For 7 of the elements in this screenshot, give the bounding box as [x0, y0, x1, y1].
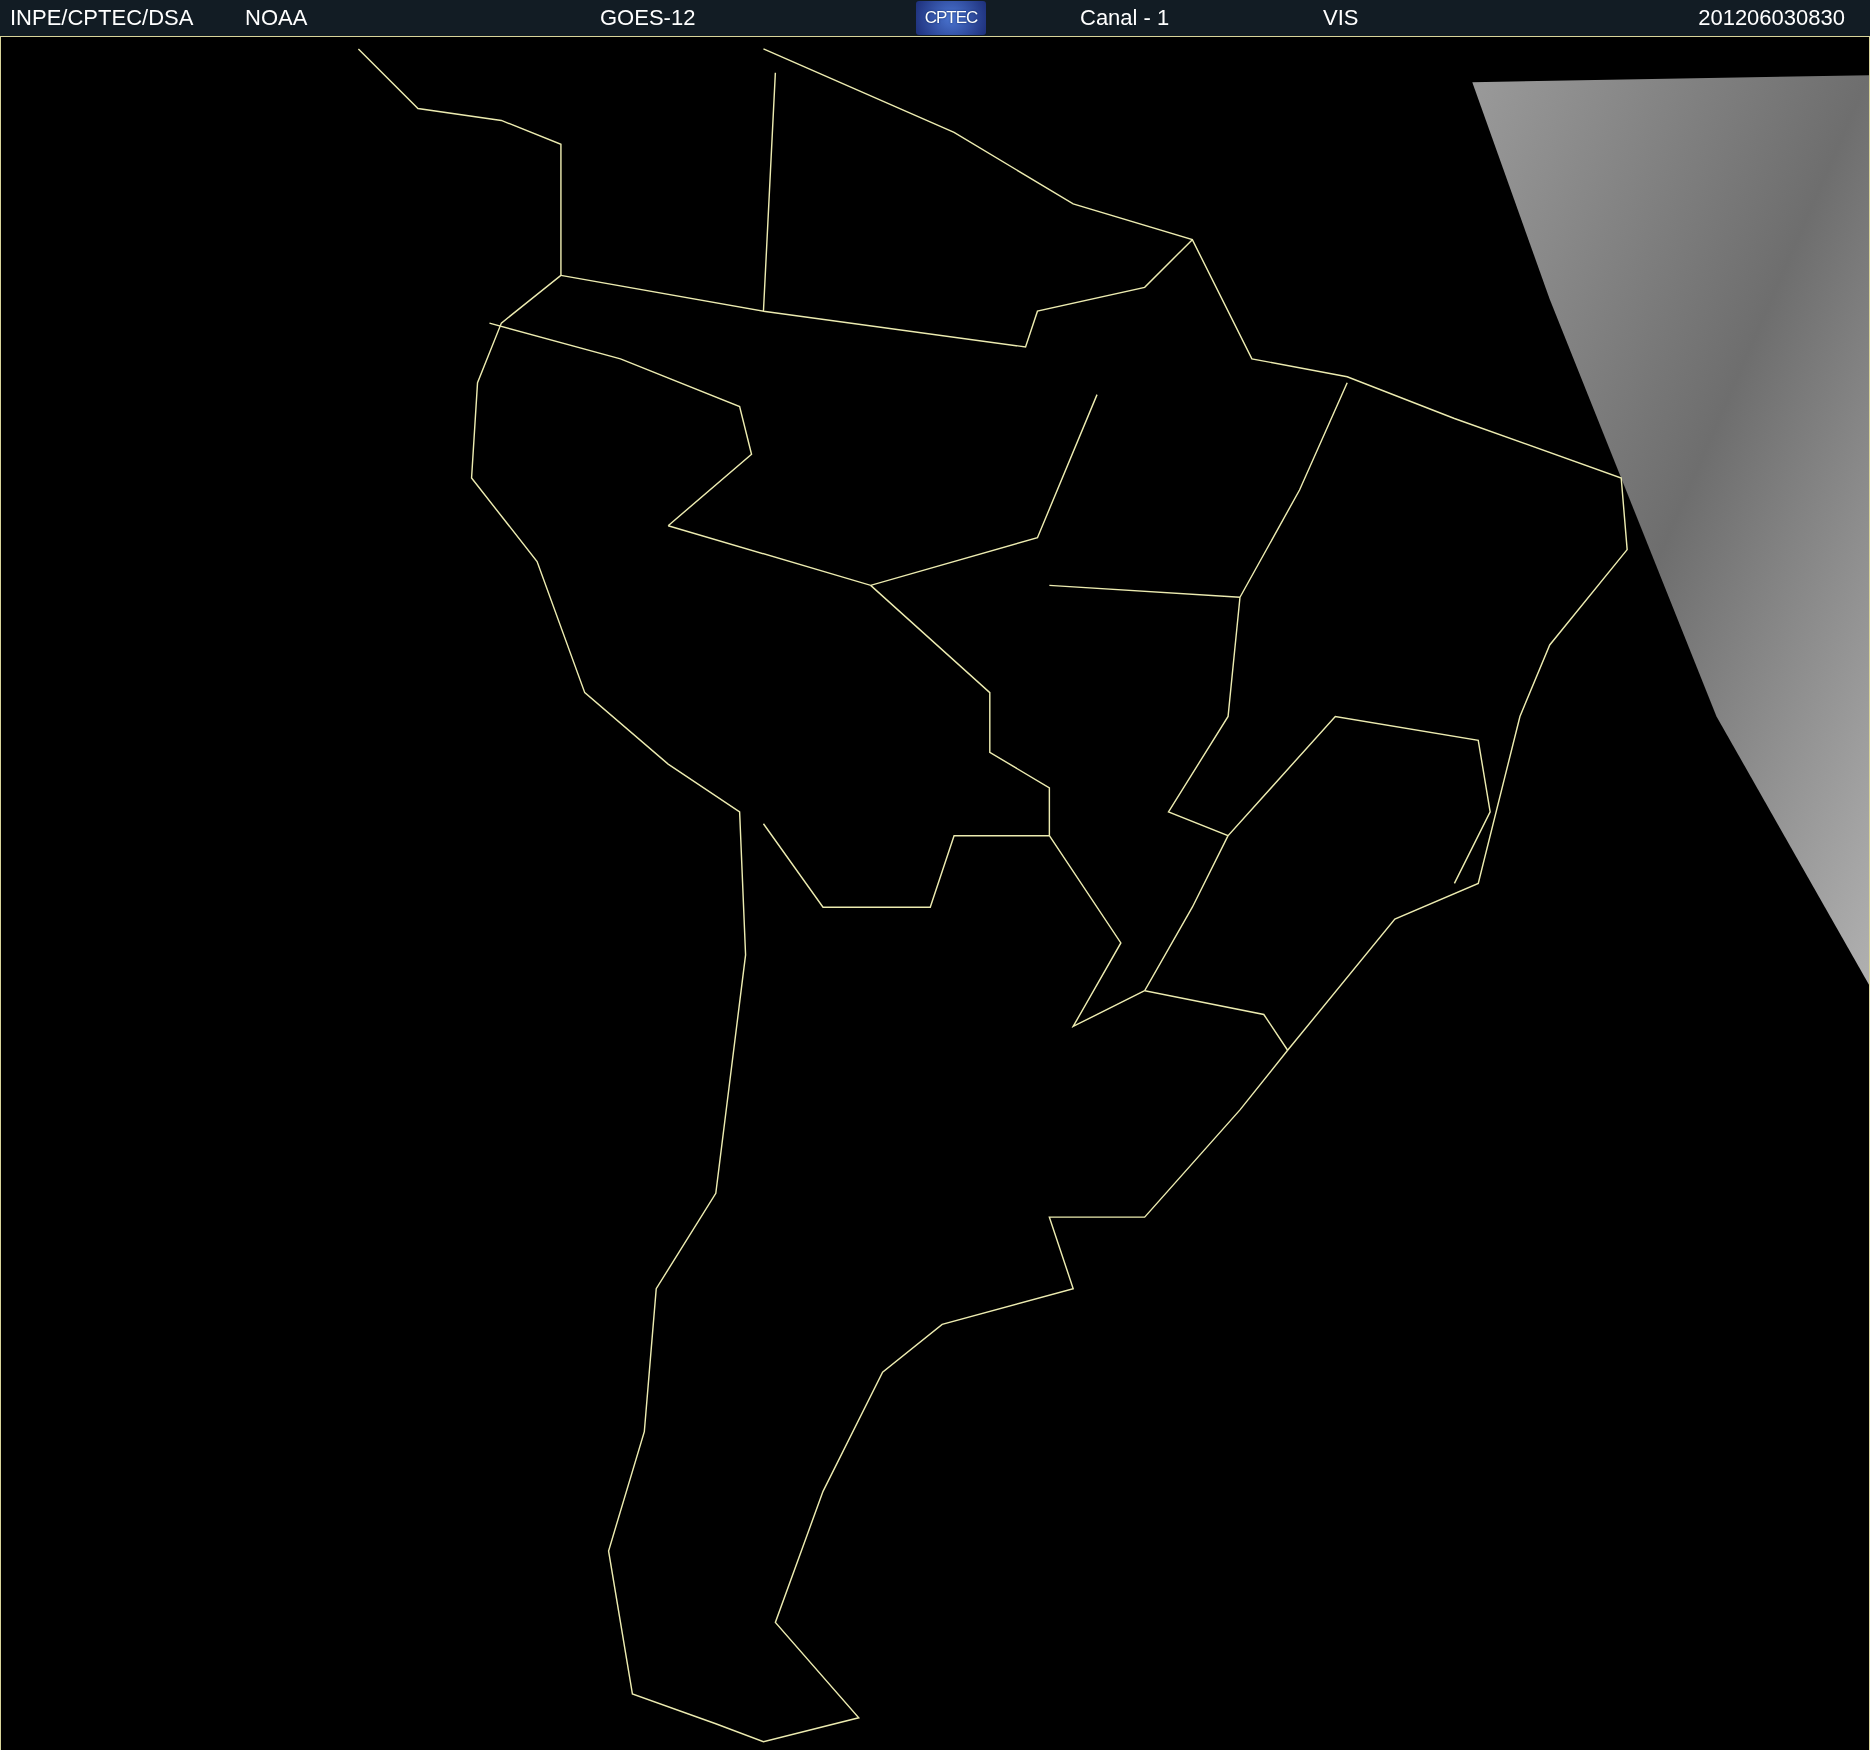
header-label: NOAA: [245, 5, 309, 31]
header-label: INPE/CPTEC/DSA: [10, 5, 195, 31]
logo: CPTEC: [916, 1, 986, 35]
header-label: GOES-12: [600, 5, 697, 31]
header-label: VIS: [1323, 5, 1360, 31]
timestamp-label: 201206030830: [1698, 5, 1845, 31]
header-label: Canal - 1: [1080, 5, 1171, 31]
